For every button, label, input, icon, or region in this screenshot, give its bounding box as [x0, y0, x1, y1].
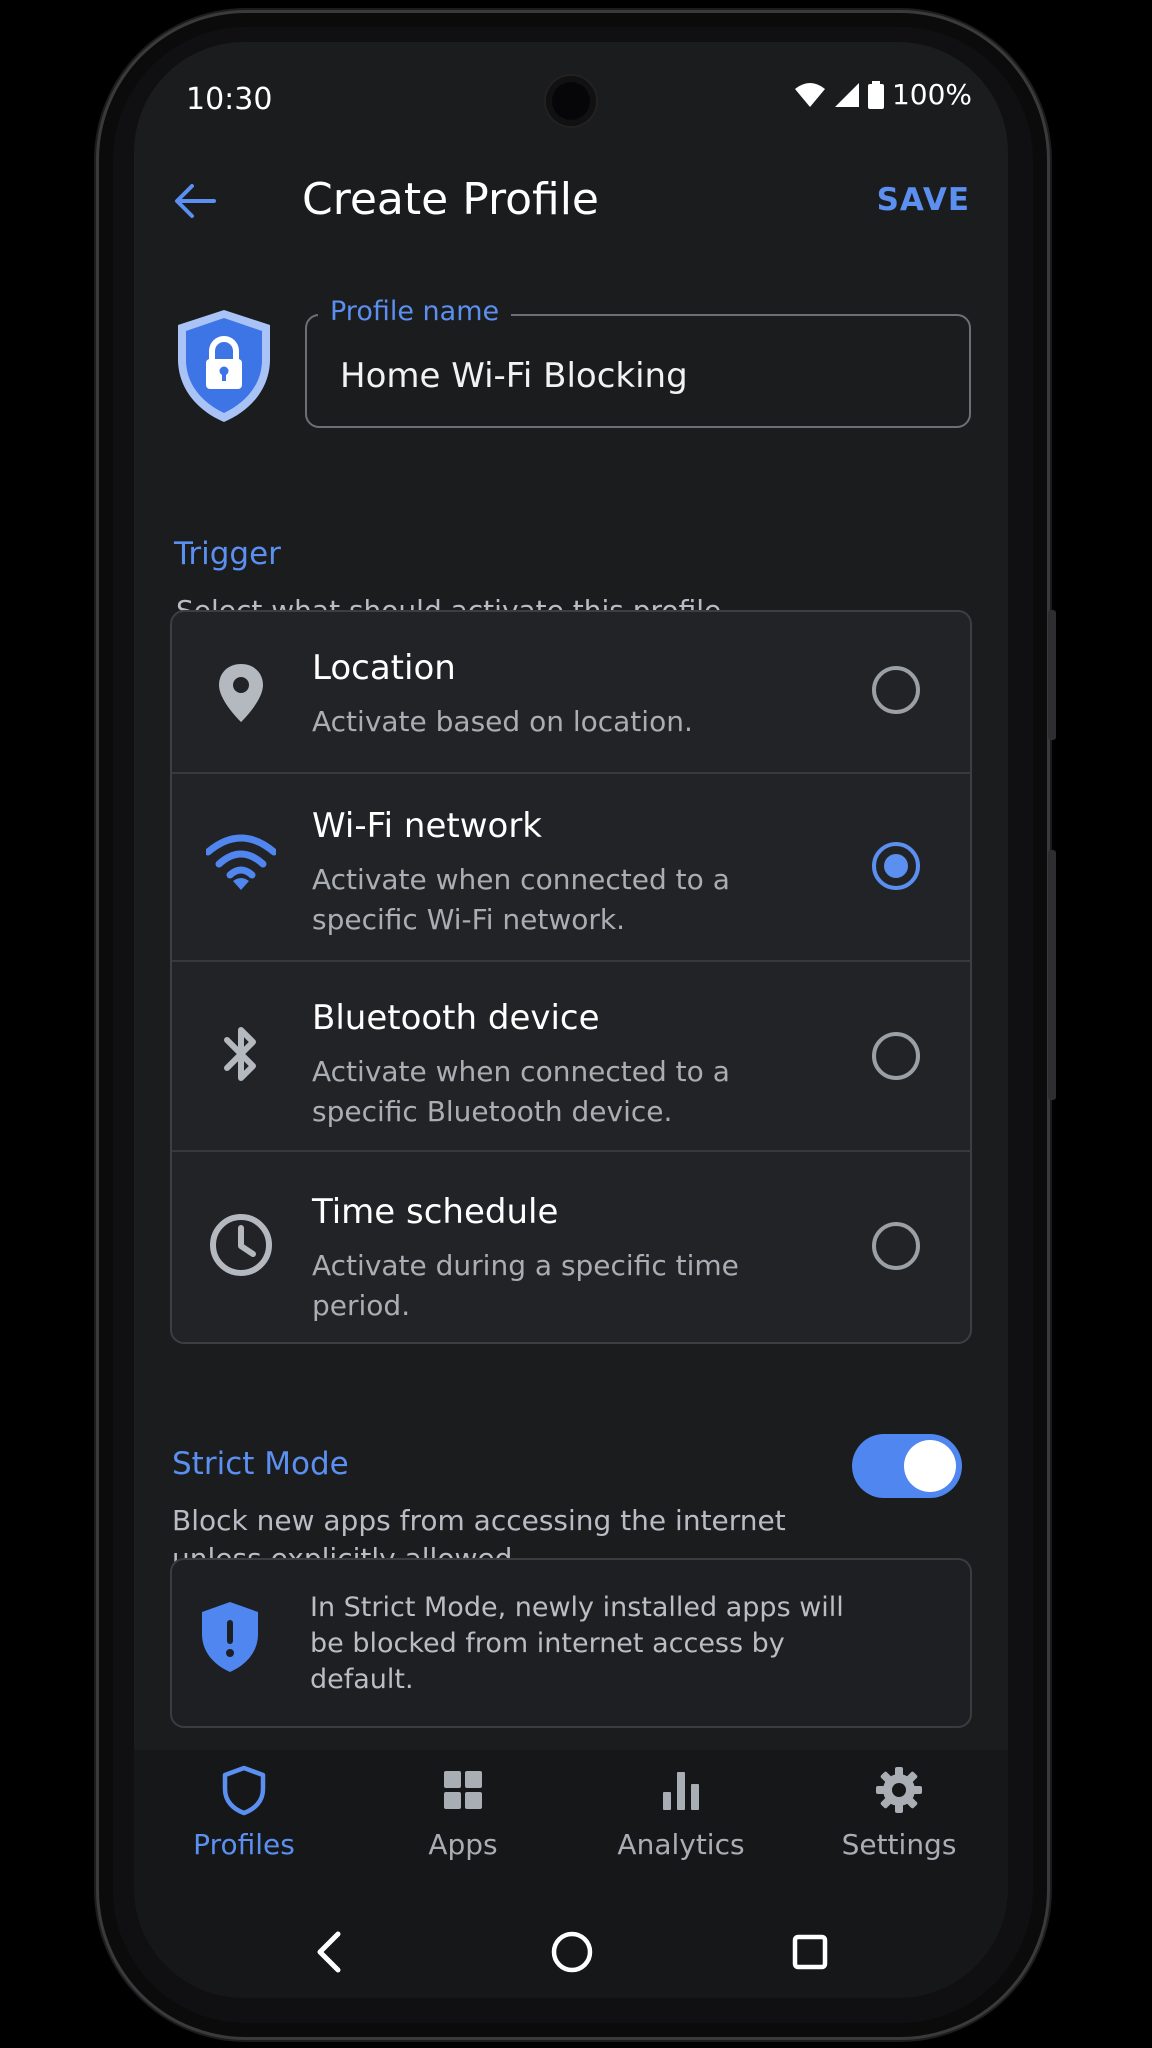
location-pin-icon — [219, 664, 263, 722]
nav-item-profiles[interactable]: Profiles — [144, 1764, 344, 1861]
wifi-status-icon — [794, 82, 825, 107]
volume-button — [1048, 610, 1056, 740]
toggle-knob — [904, 1440, 956, 1492]
nav-label: Settings — [841, 1828, 957, 1861]
shield-lock-icon — [178, 310, 270, 422]
nav-item-apps[interactable]: Apps — [363, 1764, 563, 1861]
page-title: Create Profile — [302, 174, 599, 225]
trigger-section-title: Trigger — [174, 536, 281, 572]
nav-label: Apps — [428, 1828, 498, 1861]
shield-alert-icon — [202, 1602, 258, 1672]
option-subtitle: Activate based on location. — [312, 705, 693, 738]
battery-icon — [867, 80, 884, 109]
system-home-icon[interactable] — [542, 1922, 602, 1982]
battery-percent: 100% — [891, 78, 972, 111]
strict-mode-title: Strict Mode — [172, 1446, 349, 1482]
nav-label: Profiles — [193, 1828, 295, 1861]
clock-icon — [210, 1214, 272, 1276]
strict-mode-toggle[interactable] — [852, 1434, 962, 1498]
system-recents-icon[interactable] — [780, 1922, 840, 1982]
bar-chart-icon — [663, 1772, 699, 1810]
option-subtitle: Activate when connected to a specific Wi… — [312, 863, 730, 936]
power-button — [1048, 850, 1056, 1100]
screen: 10:30 100% Create Profile SAVE Profile n… — [134, 42, 1008, 1998]
wifi-icon — [206, 834, 276, 890]
signal-icon — [834, 82, 859, 107]
back-arrow-icon[interactable] — [170, 176, 220, 226]
shield-icon — [222, 1765, 266, 1816]
nav-label: Analytics — [617, 1828, 745, 1861]
nav-item-settings[interactable]: Settings — [799, 1764, 999, 1861]
save-button[interactable]: SAVE — [877, 182, 970, 218]
bluetooth-radio[interactable] — [872, 1032, 920, 1080]
grid-icon — [444, 1771, 482, 1809]
option-title: Bluetooth device — [312, 998, 600, 1038]
trigger-option-location[interactable]: Location Activate based on location. — [172, 612, 970, 772]
location-radio[interactable] — [872, 666, 920, 714]
option-subtitle: Activate during a specific time period. — [312, 1249, 739, 1322]
gear-icon — [876, 1767, 922, 1813]
option-subtitle: Activate when connected to a specific Bl… — [312, 1055, 730, 1128]
front-camera — [546, 76, 596, 126]
trigger-option-time-schedule[interactable]: Time schedule Activate during a specific… — [172, 1150, 970, 1344]
profile-name-value[interactable]: Home Wi-Fi Blocking — [340, 356, 688, 396]
bluetooth-icon — [224, 1027, 256, 1081]
profile-name-label: Profile name — [318, 296, 512, 327]
option-title: Time schedule — [312, 1192, 559, 1232]
wifi-radio[interactable] — [872, 842, 920, 890]
status-icons: 100% — [794, 78, 972, 111]
system-back-icon[interactable] — [300, 1922, 360, 1982]
option-title: Wi-Fi network — [312, 806, 542, 846]
option-title: Location — [312, 648, 456, 688]
nav-item-analytics[interactable]: Analytics — [581, 1764, 781, 1861]
time-schedule-radio[interactable] — [872, 1222, 920, 1270]
strict-mode-info-text: In Strict Mode, newly installed apps wil… — [310, 1592, 844, 1695]
trigger-option-wifi[interactable]: Wi-Fi network Activate when connected to… — [172, 772, 970, 962]
status-time: 10:30 — [186, 82, 273, 117]
trigger-options-list: Location Activate based on location. Wi-… — [170, 610, 972, 1344]
trigger-option-bluetooth[interactable]: Bluetooth device Activate when connected… — [172, 960, 970, 1152]
